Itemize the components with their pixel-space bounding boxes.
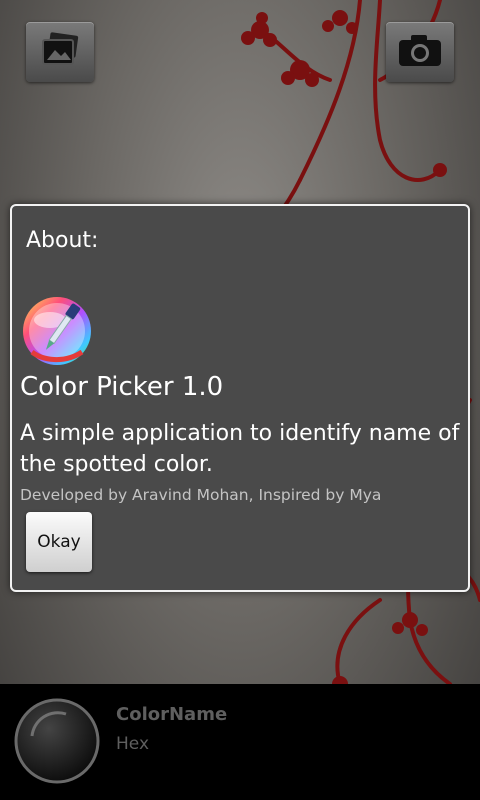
color-name-label: ColorName <box>116 704 228 725</box>
app-screen: About: Color Picker 1.0 A simple applica… <box>0 0 480 800</box>
camera-button[interactable] <box>386 22 454 82</box>
app-description: A simple application to identify name of… <box>20 421 460 477</box>
gallery-icon <box>39 32 81 72</box>
camera-icon <box>397 32 443 72</box>
okay-button[interactable]: Okay <box>26 512 92 572</box>
app-name: Color Picker 1.0 <box>20 372 224 402</box>
color-swatch <box>14 698 100 784</box>
dialog-title: About: <box>26 228 99 253</box>
gallery-button[interactable] <box>26 22 94 82</box>
credits-text: Developed by Aravind Mohan, Inspired by … <box>20 486 382 504</box>
about-dialog: About: Color Picker 1.0 A simple applica… <box>10 204 470 592</box>
color-picker-app-icon <box>20 294 94 368</box>
hex-label: Hex <box>116 734 150 754</box>
bottom-bar: ColorName Hex <box>0 684 480 800</box>
